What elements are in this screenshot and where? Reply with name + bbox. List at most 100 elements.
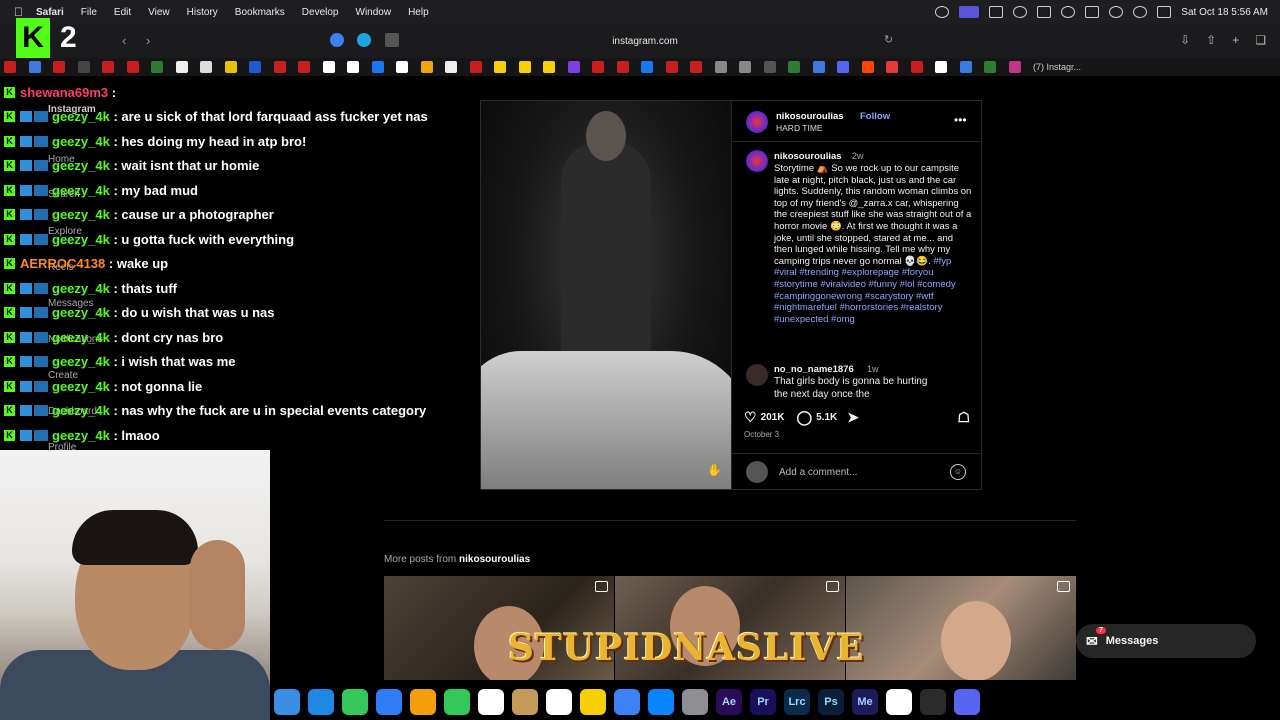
chat-username[interactable]: geezy_4k (52, 207, 110, 222)
forward-icon[interactable]: › (146, 33, 150, 48)
chat-username[interactable]: shewana69m3 (20, 85, 108, 100)
back-icon[interactable]: ‹ (122, 33, 126, 48)
caption-username[interactable]: nikosouroulias (774, 151, 842, 162)
favicon[interactable] (763, 61, 776, 73)
caption-avatar[interactable] (746, 150, 768, 172)
favicon[interactable] (249, 61, 261, 73)
like-count[interactable]: 201K (761, 412, 785, 423)
chat-username[interactable]: geezy_4k (52, 232, 110, 247)
favicon[interactable] (518, 61, 531, 73)
facebook-favicon[interactable] (641, 61, 653, 73)
favicon[interactable] (984, 61, 996, 73)
dock-notes-icon[interactable] (512, 689, 538, 715)
favicon[interactable] (959, 61, 972, 73)
play-icon[interactable] (1061, 6, 1076, 18)
clock[interactable]: Sat Oct 18 5:56 AM (1181, 7, 1268, 18)
youtube-favicon[interactable] (616, 61, 629, 73)
comment-username[interactable]: no_no_name1876 (774, 364, 854, 375)
menu-app-name[interactable]: Safari (36, 7, 64, 18)
control-center-icon[interactable] (1157, 6, 1172, 18)
youtube-favicon[interactable] (469, 61, 482, 73)
favicon[interactable] (200, 61, 212, 73)
youtube-favicon[interactable] (4, 61, 16, 73)
comment-icon[interactable]: ◯ (796, 409, 812, 426)
comment-avatar[interactable] (746, 364, 768, 386)
reload-icon[interactable]: ↻ (884, 33, 893, 46)
dock-reminders-icon[interactable] (546, 689, 572, 715)
new-tab-icon[interactable]: + (1232, 33, 1239, 47)
more-options-icon[interactable]: ••• (954, 113, 967, 127)
favicon[interactable] (739, 61, 751, 73)
chat-username[interactable]: geezy_4k (52, 428, 110, 443)
youtube-favicon[interactable] (665, 61, 678, 73)
favicon[interactable] (151, 61, 163, 73)
heart-icon[interactable]: ♡ (744, 409, 757, 426)
url-text[interactable]: instagram.com (612, 36, 678, 47)
favicon[interactable] (28, 61, 41, 73)
dock-obs-icon[interactable] (920, 689, 946, 715)
youtube-favicon[interactable] (126, 61, 139, 73)
dock-finder-icon[interactable] (274, 689, 300, 715)
menu-view[interactable]: View (148, 7, 170, 18)
youtube-favicon[interactable] (102, 61, 114, 73)
amazon-favicon[interactable] (347, 61, 359, 73)
dock-discord-icon[interactable] (954, 689, 980, 715)
favicon[interactable] (494, 61, 506, 73)
instagram-favicon[interactable] (1008, 61, 1021, 73)
status-icon[interactable] (935, 6, 950, 18)
favicon[interactable] (445, 61, 457, 73)
favicon[interactable] (420, 61, 433, 73)
amazon-favicon[interactable] (322, 61, 335, 73)
chat-username[interactable]: geezy_4k (52, 134, 110, 149)
more-posts-username[interactable]: nikosouroulias (459, 554, 530, 565)
post-username[interactable]: nikosouroulias (776, 111, 844, 122)
dock-ae-icon[interactable]: Ae (716, 689, 742, 715)
favicon[interactable] (77, 61, 90, 73)
favicon[interactable] (175, 61, 188, 73)
shazam-icon[interactable] (357, 33, 371, 47)
tab-overview-icon[interactable]: ❏ (1255, 33, 1266, 47)
follow-button[interactable]: Follow (860, 111, 890, 122)
chat-username[interactable]: geezy_4k (52, 158, 110, 173)
chat-username[interactable]: AERROC4138 (20, 256, 105, 271)
instagram-favorite-label[interactable]: (7) Instagr... (1033, 62, 1081, 72)
dock-freeform-icon[interactable] (614, 689, 640, 715)
more-post-thumbnail[interactable] (846, 576, 1076, 680)
chat-username[interactable]: geezy_4k (52, 354, 110, 369)
apple-icon[interactable]:  (14, 5, 28, 19)
dock-notes2-icon[interactable] (580, 689, 606, 715)
post-audio[interactable]: HARD TIME (776, 123, 823, 133)
messages-button[interactable]: ✉ 7 Messages (1076, 624, 1256, 658)
post-avatar[interactable] (746, 111, 768, 133)
youtube-favicon[interactable] (592, 61, 604, 73)
screen-record-icon[interactable] (959, 6, 980, 18)
emoji-icon[interactable]: ☺ (950, 464, 966, 480)
favicon[interactable] (224, 61, 237, 73)
address-bar[interactable]: instagram.com (390, 29, 900, 53)
chat-username[interactable]: geezy_4k (52, 109, 110, 124)
dock-lrc-icon[interactable]: Lrc (784, 689, 810, 715)
dock-app-store-icon[interactable] (648, 689, 674, 715)
extension-icon[interactable] (989, 6, 1004, 18)
comment-count[interactable]: 5.1K (816, 412, 837, 423)
share-icon[interactable]: ⇧ (1206, 33, 1216, 47)
menu-window[interactable]: Window (356, 7, 392, 18)
favicon[interactable] (935, 61, 947, 73)
dock-chrome-icon[interactable] (886, 689, 912, 715)
chat-username[interactable]: geezy_4k (52, 281, 110, 296)
menu-history[interactable]: History (187, 7, 218, 18)
menu-develop[interactable]: Develop (302, 7, 339, 18)
facebook-favicon[interactable] (371, 61, 384, 73)
chat-username[interactable]: geezy_4k (52, 403, 110, 418)
favicon[interactable] (714, 61, 727, 73)
menu-edit[interactable]: Edit (114, 7, 131, 18)
dock-pr-icon[interactable]: Pr (750, 689, 776, 715)
favicon[interactable] (567, 61, 580, 73)
wifi-icon[interactable] (1109, 6, 1124, 18)
favicon[interactable] (788, 61, 800, 73)
dock-mail-icon[interactable] (376, 689, 402, 715)
youtube-favicon[interactable] (273, 61, 286, 73)
dock-ps-icon[interactable]: Ps (818, 689, 844, 715)
download-icon[interactable]: ⇩ (1180, 33, 1190, 47)
amazon-favicon[interactable] (396, 61, 408, 73)
